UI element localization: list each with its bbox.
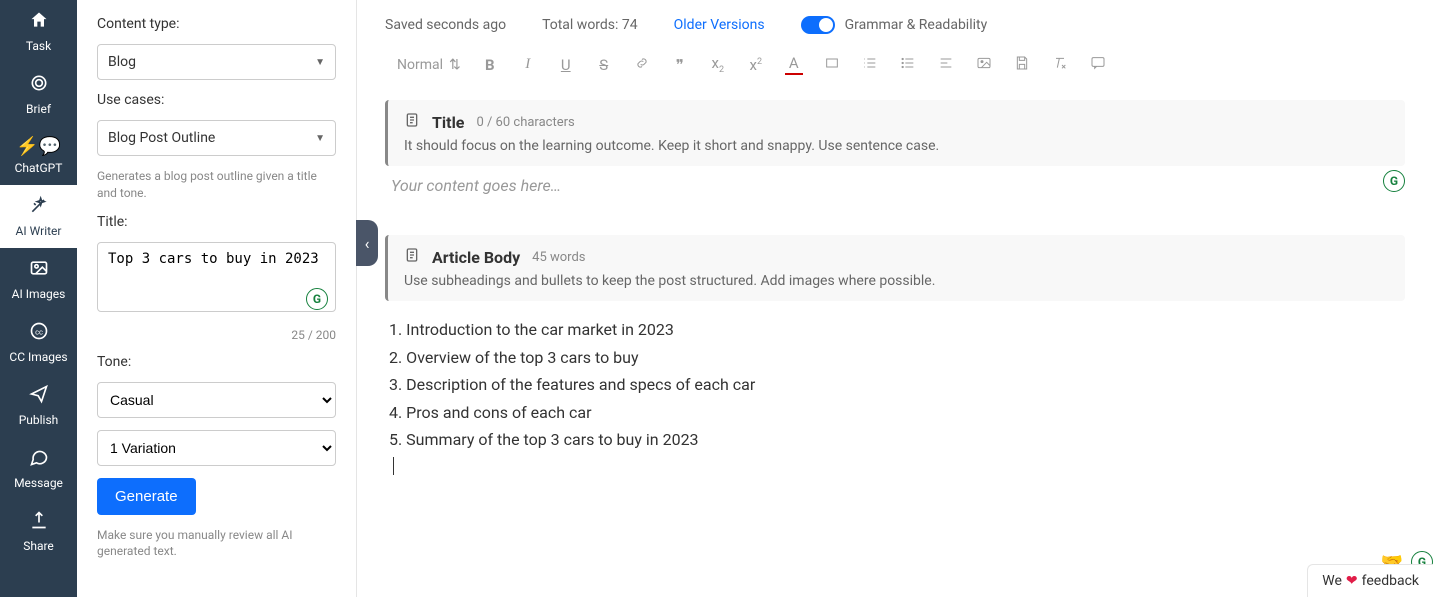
sidebar-item-share[interactable]: Share xyxy=(0,500,77,563)
settings-panel: Content type: Blog ▼ Use cases: Blog Pos… xyxy=(77,0,357,597)
chat-icon xyxy=(29,447,49,472)
use-cases-select[interactable]: Blog Post Outline ▼ xyxy=(97,120,336,156)
align-button[interactable] xyxy=(937,55,955,75)
grammarly-icon[interactable]: G xyxy=(306,288,328,310)
sidebar-item-message[interactable]: Message xyxy=(0,437,77,500)
quote-button[interactable]: ❞ xyxy=(671,56,689,74)
use-cases-label: Use cases: xyxy=(97,92,336,108)
heart-icon: ❤ xyxy=(1346,573,1358,589)
article-line: 5. Summary of the top 3 cars to buy in 2… xyxy=(389,427,1401,453)
document-icon xyxy=(404,112,420,132)
comment-button[interactable] xyxy=(1089,55,1107,75)
title-card-hint: It should focus on the learning outcome.… xyxy=(404,138,1389,154)
sidebar-item-publish[interactable]: Publish xyxy=(0,374,77,437)
tone-select[interactable]: Casual xyxy=(97,382,336,418)
title-card: Title 0 / 60 characters It should focus … xyxy=(385,100,1405,166)
title-counter: 25 / 200 xyxy=(97,328,336,342)
sidebar-item-label: AI Images xyxy=(12,287,66,301)
title-input[interactable]: Top 3 cars to buy in 2023 xyxy=(97,242,336,312)
grammar-label: Grammar & Readability xyxy=(845,17,988,33)
sidebar-item-ai-images[interactable]: AI Images xyxy=(0,248,77,311)
sidebar-item-chatgpt[interactable]: ⚡💬 ChatGPT xyxy=(0,126,77,185)
older-versions-link[interactable]: Older Versions xyxy=(674,17,765,33)
sidebar-item-cc-images[interactable]: cc CC Images xyxy=(0,311,77,374)
article-card-label: Article Body xyxy=(432,248,520,267)
sidebar-item-label: Share xyxy=(23,539,54,553)
wand-icon xyxy=(29,195,49,220)
sidebar-item-label: ChatGPT xyxy=(15,161,63,175)
title-label: Title: xyxy=(97,214,336,230)
image-icon xyxy=(29,258,49,283)
content-type-label: Content type: xyxy=(97,16,336,32)
title-card-meta: 0 / 60 characters xyxy=(476,115,574,130)
cc-icon: cc xyxy=(29,321,49,346)
svg-text:cc: cc xyxy=(35,327,43,336)
content-type-value: Blog xyxy=(108,54,136,70)
underline-button[interactable]: U xyxy=(557,56,575,74)
tone-label: Tone: xyxy=(97,354,336,370)
highlight-button[interactable] xyxy=(823,55,841,75)
upload-icon xyxy=(29,510,49,535)
heading-select[interactable]: Normal ⇅ xyxy=(397,57,461,73)
variation-select[interactable]: 1 Variation xyxy=(97,430,336,466)
document-icon xyxy=(404,247,420,267)
use-cases-hint: Generates a blog post outline given a ti… xyxy=(97,168,336,202)
grammarly-icon[interactable]: G xyxy=(1383,170,1405,192)
ordered-list-button[interactable] xyxy=(861,55,879,75)
bold-button[interactable]: B xyxy=(481,56,499,74)
title-card-label: Title xyxy=(432,113,464,132)
editor-toolbar: Normal ⇅ B I U S ❞ x2 x2 A xyxy=(385,48,1405,82)
title-editor[interactable]: Your content goes here… G xyxy=(385,176,1405,195)
article-card-hint: Use subheadings and bullets to keep the … xyxy=(404,273,1389,289)
saved-status: Saved seconds ago xyxy=(385,17,506,33)
chevron-down-icon: ▼ xyxy=(315,133,325,144)
article-card-meta: 45 words xyxy=(532,250,585,265)
home-icon xyxy=(29,10,49,35)
sidebar-item-brief[interactable]: Brief xyxy=(0,63,77,126)
strike-button[interactable]: S xyxy=(595,56,613,74)
sidebar-item-task[interactable]: Task xyxy=(0,0,77,63)
sort-icon: ⇅ xyxy=(449,57,461,73)
sidebar-item-label: Message xyxy=(14,476,63,490)
sidebar: Task Brief ⚡💬 ChatGPT AI Writer AI Image… xyxy=(0,0,77,597)
sidebar-item-label: Brief xyxy=(26,102,51,116)
sidebar-item-label: AI Writer xyxy=(16,224,62,238)
save-button[interactable] xyxy=(1013,55,1031,75)
bolt-chat-icon: ⚡💬 xyxy=(16,136,61,157)
link-button[interactable] xyxy=(633,55,651,75)
grammar-toggle[interactable] xyxy=(801,16,835,34)
editor-main: Saved seconds ago Total words: 74 Older … xyxy=(357,0,1433,597)
article-line: 3. Description of the features and specs… xyxy=(389,372,1401,398)
topbar: Saved seconds ago Total words: 74 Older … xyxy=(385,16,1405,34)
clear-format-button[interactable] xyxy=(1051,55,1069,75)
sidebar-item-label: Task xyxy=(26,39,51,53)
generate-button[interactable]: Generate xyxy=(97,478,196,515)
bullet-list-button[interactable] xyxy=(899,55,917,75)
article-card: Article Body 45 words Use subheadings an… xyxy=(385,235,1405,301)
content-type-select[interactable]: Blog ▼ xyxy=(97,44,336,80)
feedback-button[interactable]: We ❤ feedback xyxy=(1307,564,1433,597)
insert-image-button[interactable] xyxy=(975,55,993,75)
article-line: 1. Introduction to the car market in 202… xyxy=(389,317,1401,343)
sidebar-item-label: Publish xyxy=(19,413,59,427)
subscript-button[interactable]: x2 xyxy=(709,54,727,75)
total-words: Total words: 74 xyxy=(542,17,638,33)
use-cases-value: Blog Post Outline xyxy=(108,130,215,146)
article-line: 2. Overview of the top 3 cars to buy xyxy=(389,345,1401,371)
sidebar-item-label: CC Images xyxy=(9,350,67,364)
send-icon xyxy=(29,384,49,409)
target-icon xyxy=(29,73,49,98)
chevron-down-icon: ▼ xyxy=(315,57,325,68)
review-note: Make sure you manually review all AI gen… xyxy=(97,527,336,561)
superscript-button[interactable]: x2 xyxy=(747,56,765,74)
sidebar-item-ai-writer[interactable]: AI Writer xyxy=(0,185,77,248)
text-cursor xyxy=(393,457,394,475)
title-placeholder: Your content goes here… xyxy=(391,176,1399,195)
article-editor[interactable]: 1. Introduction to the car market in 202… xyxy=(385,311,1405,483)
text-color-button[interactable]: A xyxy=(785,54,803,75)
article-line: 4. Pros and cons of each car xyxy=(389,400,1401,426)
italic-button[interactable]: I xyxy=(519,56,537,73)
